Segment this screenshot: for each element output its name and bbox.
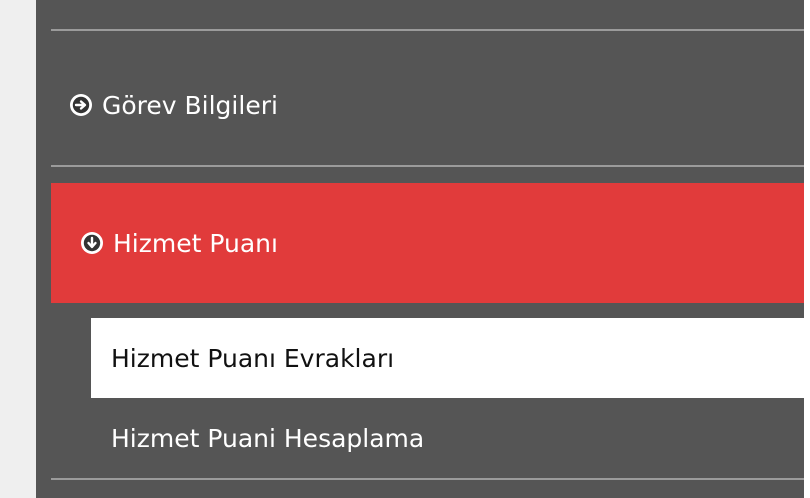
menu-divider [51, 478, 804, 480]
submenu-item-label: Hizmet Puanı Evrakları [111, 343, 395, 373]
menu-item-hizmet-puani[interactable]: Hizmet Puanı [51, 183, 804, 303]
submenu-item-hizmet-puani-hesaplama[interactable]: Hizmet Puani Hesaplama [91, 398, 804, 478]
arrow-right-circle-icon [68, 92, 94, 118]
arrow-down-circle-icon [79, 230, 105, 256]
page-right-edge [804, 0, 810, 498]
menu-divider [51, 165, 804, 167]
side-menu: Görev Bilgileri Hizmet Puanı Hizmet Puan… [36, 0, 804, 498]
menu-item-label: Hizmet Puanı [113, 228, 278, 258]
submenu-item-hizmet-puani-evraklari[interactable]: Hizmet Puanı Evrakları [91, 318, 804, 398]
menu-item-gorev-bilgileri[interactable]: Görev Bilgileri [51, 70, 804, 140]
menu-divider [51, 29, 804, 31]
menu-item-label: Görev Bilgileri [102, 90, 278, 120]
submenu-item-label: Hizmet Puani Hesaplama [111, 423, 425, 453]
page-gutter [0, 0, 36, 498]
